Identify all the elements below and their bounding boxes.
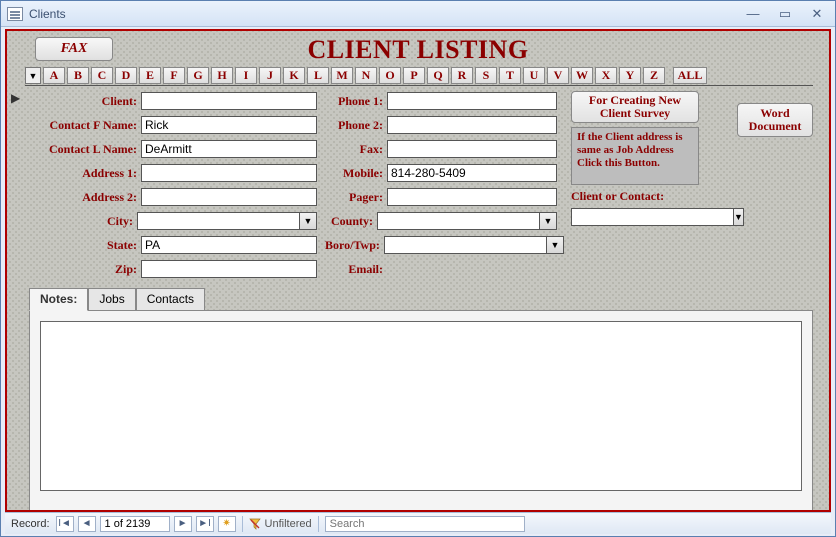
pager-input[interactable]: [387, 188, 557, 206]
address1-input[interactable]: [141, 164, 317, 182]
city-input[interactable]: [137, 212, 299, 230]
email-label: Email:: [325, 262, 387, 277]
contact-f-input[interactable]: [141, 116, 317, 134]
address-hint-box[interactable]: If the Client address is same as Job Add…: [571, 127, 699, 185]
city-dropdown-button[interactable]: ▼: [299, 212, 317, 230]
alpha-button-w[interactable]: W: [571, 67, 593, 84]
alpha-button-c[interactable]: C: [91, 67, 113, 84]
phone2-label: Phone 2:: [325, 118, 387, 133]
zip-label: Zip:: [29, 262, 141, 277]
address2-input[interactable]: [141, 188, 317, 206]
search-box[interactable]: [325, 516, 525, 532]
borotwp-dropdown-button[interactable]: ▼: [546, 236, 564, 254]
county-input[interactable]: [377, 212, 539, 230]
county-dropdown-button[interactable]: ▼: [539, 212, 557, 230]
content-area: F A X CLIENT LISTING ▼ ABCDEFGHIJKLMNOPQRS…: [5, 29, 831, 512]
record-nav-bar: Record: I◄ ◄ ► ►I ✷ Unfiltered: [5, 512, 831, 534]
record-label: Record:: [11, 518, 50, 530]
tab-panel-notes: [29, 310, 813, 512]
alpha-button-y[interactable]: Y: [619, 67, 641, 84]
funnel-icon: [249, 518, 261, 530]
client-or-contact-label: Client or Contact:: [571, 189, 699, 204]
alpha-button-r[interactable]: R: [451, 67, 473, 84]
notes-textarea[interactable]: [40, 321, 802, 491]
nav-next-button[interactable]: ►: [174, 516, 192, 532]
city-label: City:: [29, 214, 137, 229]
tab-notes[interactable]: Notes:: [29, 288, 88, 311]
window-title: Clients: [29, 7, 741, 21]
app-icon: [7, 7, 23, 21]
nav-new-button[interactable]: ✷: [218, 516, 236, 532]
details-tabs: Notes: Jobs Contacts: [29, 287, 813, 500]
alpha-button-m[interactable]: M: [331, 67, 353, 84]
alpha-button-j[interactable]: J: [259, 67, 281, 84]
county-label: County:: [325, 214, 377, 229]
tab-contacts[interactable]: Contacts: [136, 288, 205, 311]
minimize-button[interactable]: —: [741, 6, 765, 22]
client-or-contact-dropdown-button[interactable]: ▼: [733, 208, 744, 226]
pager-label: Pager:: [325, 190, 387, 205]
phone1-label: Phone 1:: [325, 94, 387, 109]
phone2-input[interactable]: [387, 116, 557, 134]
nav-first-button[interactable]: I◄: [56, 516, 74, 532]
nav-prev-button[interactable]: ◄: [78, 516, 96, 532]
alpha-button-t[interactable]: T: [499, 67, 521, 84]
alpha-button-a[interactable]: A: [43, 67, 65, 84]
state-input[interactable]: [141, 236, 317, 254]
email-input[interactable]: [387, 260, 557, 278]
record-selector-icon[interactable]: ▶: [11, 91, 23, 105]
borotwp-label: Boro/Twp:: [325, 238, 384, 253]
client-or-contact-input[interactable]: [571, 208, 733, 226]
alpha-button-z[interactable]: Z: [643, 67, 665, 84]
contact-l-input[interactable]: [141, 140, 317, 158]
address1-label: Address 1:: [29, 166, 141, 181]
record-position-box[interactable]: [100, 516, 170, 532]
alpha-button-s[interactable]: S: [475, 67, 497, 84]
contact-l-label: Contact L Name:: [29, 142, 141, 157]
alpha-filter-row: ▼ ABCDEFGHIJKLMNOPQRSTUVWXYZ ALL: [25, 67, 813, 86]
client-input[interactable]: [141, 92, 317, 110]
filter-status[interactable]: Unfiltered: [249, 518, 312, 530]
mobile-input[interactable]: [387, 164, 557, 182]
phone1-input[interactable]: [387, 92, 557, 110]
tab-jobs[interactable]: Jobs: [88, 288, 135, 311]
alpha-button-d[interactable]: D: [115, 67, 137, 84]
mobile-label: Mobile:: [325, 166, 387, 181]
zip-input[interactable]: [141, 260, 317, 278]
fax-input[interactable]: [387, 140, 557, 158]
alpha-button-i[interactable]: I: [235, 67, 257, 84]
alpha-button-q[interactable]: Q: [427, 67, 449, 84]
alpha-button-g[interactable]: G: [187, 67, 209, 84]
alpha-all-button[interactable]: ALL: [673, 67, 707, 84]
alpha-button-b[interactable]: B: [67, 67, 89, 84]
filter-text: Unfiltered: [265, 518, 312, 530]
close-button[interactable]: ✕: [805, 6, 829, 22]
fax-label: Fax:: [325, 142, 387, 157]
address2-label: Address 2:: [29, 190, 141, 205]
alpha-button-u[interactable]: U: [523, 67, 545, 84]
alpha-button-v[interactable]: V: [547, 67, 569, 84]
maximize-button[interactable]: ▭: [773, 6, 797, 22]
new-client-survey-button[interactable]: For Creating New Client Survey: [571, 91, 699, 123]
alpha-button-l[interactable]: L: [307, 67, 329, 84]
client-label: Client:: [29, 94, 141, 109]
alpha-button-e[interactable]: E: [139, 67, 161, 84]
title-bar: Clients — ▭ ✕: [1, 1, 835, 27]
contact-f-label: Contact F Name:: [29, 118, 141, 133]
alpha-button-k[interactable]: K: [283, 67, 305, 84]
borotwp-input[interactable]: [384, 236, 546, 254]
nav-last-button[interactable]: ►I: [196, 516, 214, 532]
window-frame: Clients — ▭ ✕ F A X CLIENT LISTING ▼ ABCDE…: [0, 0, 836, 537]
alpha-button-f[interactable]: F: [163, 67, 185, 84]
alpha-button-h[interactable]: H: [211, 67, 233, 84]
alpha-button-o[interactable]: O: [379, 67, 401, 84]
page-heading: CLIENT LISTING: [7, 35, 829, 65]
alpha-dropdown[interactable]: ▼: [25, 67, 41, 84]
alpha-button-x[interactable]: X: [595, 67, 617, 84]
state-label: State:: [29, 238, 141, 253]
alpha-button-n[interactable]: N: [355, 67, 377, 84]
alpha-button-p[interactable]: P: [403, 67, 425, 84]
